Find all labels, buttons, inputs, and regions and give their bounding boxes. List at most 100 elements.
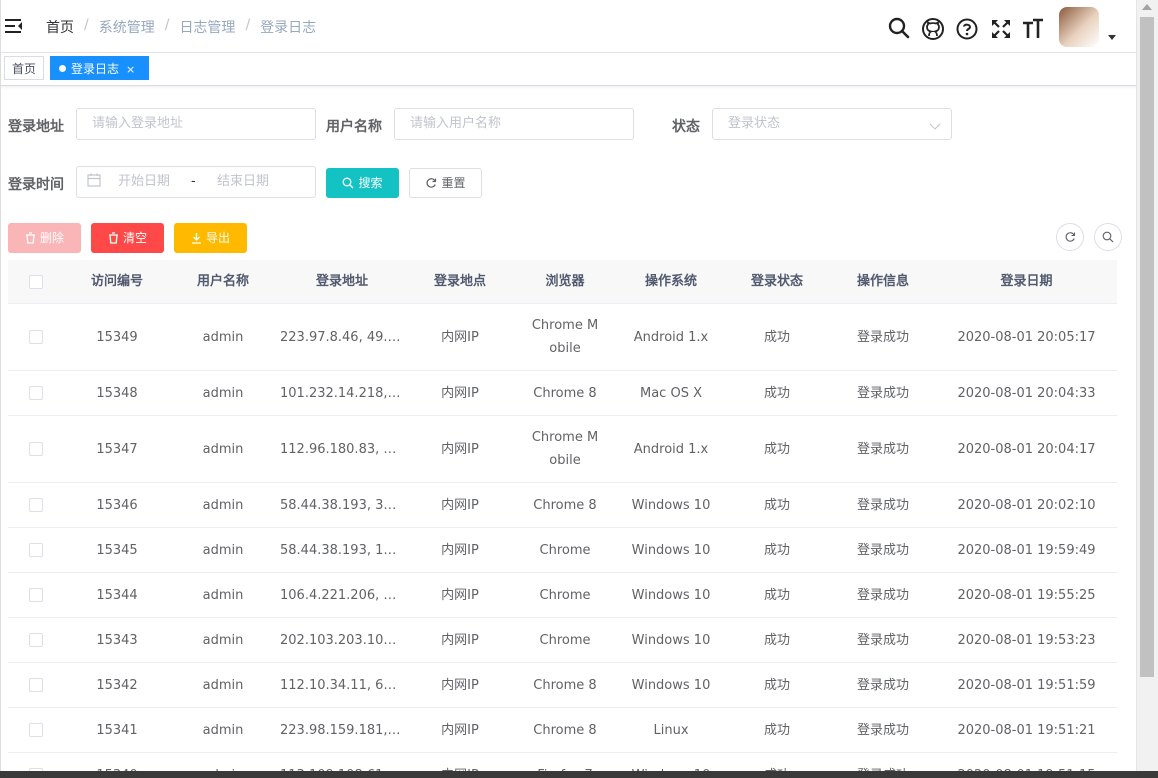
table-cell-ip: 202.103.203.106, 59.36.11.2 bbox=[280, 632, 408, 648]
status-select-placeholder: 登录状态 bbox=[728, 116, 781, 131]
date-range-picker[interactable]: 开始日期 - 结束日期 bbox=[76, 166, 316, 198]
search-button-label: 搜索 bbox=[358, 176, 383, 190]
close-icon[interactable]: × bbox=[126, 63, 135, 76]
table-row[interactable]: 15345 admin 58.44.38.193, 123.125.72.26 内网I… bbox=[8, 528, 1117, 573]
vertical-scrollbar[interactable] bbox=[1136, 0, 1158, 778]
table-cell-id: 15344 bbox=[96, 587, 138, 603]
table-cell-browser: Chrome bbox=[539, 587, 591, 603]
row-checkbox[interactable] bbox=[29, 498, 43, 512]
row-select-cell bbox=[8, 438, 64, 461]
hamburger-icon[interactable] bbox=[5, 17, 23, 35]
table-cell-id: 15349 bbox=[96, 329, 138, 345]
search-button[interactable]: 搜索 bbox=[326, 168, 399, 198]
table-cell-os: Windows 10 bbox=[631, 677, 711, 693]
font-size-icon[interactable] bbox=[1021, 17, 1045, 41]
end-date-input[interactable]: 结束日期 bbox=[217, 167, 269, 197]
select-all-checkbox[interactable] bbox=[29, 274, 43, 289]
breadcrumb-item[interactable]: 首页 bbox=[46, 17, 74, 37]
table-cell-time: 2020-08-01 19:51:21 bbox=[957, 722, 1096, 738]
breadcrumb-separator: / bbox=[84, 17, 89, 33]
avatar[interactable] bbox=[1059, 7, 1099, 47]
table-cell-user: admin bbox=[202, 329, 244, 345]
range-separator: - bbox=[191, 174, 196, 189]
table-cell-os: Windows 10 bbox=[631, 497, 711, 513]
table-cell-ip: 106.4.221.206, 61.147.210.1 bbox=[280, 587, 408, 603]
scrollbar-thumb[interactable] bbox=[1140, 17, 1154, 677]
row-select-cell bbox=[8, 382, 64, 405]
row-select-cell bbox=[8, 719, 64, 742]
table-cell-browser: Chrome 8 bbox=[533, 497, 597, 513]
search-icon bbox=[1102, 231, 1114, 243]
export-button[interactable]: 导出 bbox=[174, 223, 247, 253]
row-checkbox[interactable] bbox=[29, 678, 43, 692]
refresh-icon bbox=[426, 178, 437, 188]
ipaddr-input[interactable]: 请输入登录地址 bbox=[76, 108, 316, 140]
table-cell-os: Mac OS X bbox=[640, 385, 702, 401]
breadcrumb: 首页 / 系统管理 / 日志管理 / 登录日志 bbox=[46, 17, 316, 37]
scroll-up-arrow-icon[interactable] bbox=[1142, 4, 1152, 10]
clean-button-label: 清空 bbox=[122, 231, 147, 245]
table-row[interactable]: 15347 admin 112.96.180.83, 223.111.14.59 内网… bbox=[8, 416, 1117, 483]
row-checkbox[interactable] bbox=[29, 588, 43, 602]
table-row[interactable]: 15346 admin 58.44.38.193, 39.96.62.189 内网IP… bbox=[8, 483, 1117, 528]
table-cell-time: 2020-08-01 20:04:17 bbox=[957, 441, 1096, 457]
row-checkbox[interactable] bbox=[29, 723, 43, 737]
table-cell-loc: 内网IP bbox=[441, 587, 479, 603]
row-checkbox[interactable] bbox=[29, 386, 43, 400]
column-header: 用户名称 bbox=[196, 274, 249, 289]
row-checkbox[interactable] bbox=[29, 442, 43, 456]
search-icon bbox=[343, 177, 354, 189]
row-checkbox[interactable] bbox=[29, 330, 43, 344]
column-header: 登录地址 bbox=[315, 274, 368, 289]
refresh-button[interactable] bbox=[1056, 223, 1084, 251]
question-icon[interactable] bbox=[955, 17, 979, 41]
table-cell-os: Android 1.x bbox=[633, 329, 709, 345]
row-checkbox[interactable] bbox=[29, 543, 43, 557]
table-cell-status: 成功 bbox=[763, 542, 790, 558]
fullscreen-icon[interactable] bbox=[989, 17, 1013, 41]
row-checkbox[interactable] bbox=[29, 633, 43, 647]
row-select-cell bbox=[8, 326, 64, 349]
table-cell-ip: 112.96.180.83, 223.111.14.59 bbox=[280, 441, 408, 457]
refresh-icon bbox=[1065, 232, 1076, 242]
table-row[interactable]: 15344 admin 106.4.221.206, 61.147.210.1 内网I… bbox=[8, 573, 1117, 618]
table-cell-status: 成功 bbox=[763, 722, 790, 738]
trash-icon bbox=[25, 232, 35, 244]
reset-button[interactable]: 重置 bbox=[409, 168, 482, 198]
table-row[interactable]: 15349 admin 223.97.8.46, 49.7.21.193 内网IP Ch… bbox=[8, 304, 1117, 371]
status-select[interactable]: 登录状态 bbox=[712, 108, 952, 140]
calendar-icon bbox=[87, 173, 101, 187]
table-row[interactable]: 15348 admin 101.232.14.218, 116.62.22.206 内… bbox=[8, 371, 1117, 416]
table-body: 15349 admin 223.97.8.46, 49.7.21.193 内网IP Ch… bbox=[8, 304, 1117, 772]
table-cell-msg: 登录成功 bbox=[856, 632, 909, 648]
username-input[interactable]: 请输入用户名称 bbox=[394, 108, 634, 140]
table-cell-loc: 内网IP bbox=[441, 677, 479, 693]
table-row[interactable]: 15341 admin 223.98.159.181, 111.13.2.64 内网I… bbox=[8, 708, 1117, 753]
delete-button-label: 删除 bbox=[39, 231, 64, 245]
table-cell-loc: 内网IP bbox=[441, 632, 479, 648]
table-cell-time: 2020-08-01 20:02:10 bbox=[957, 497, 1096, 513]
clean-button[interactable]: 清空 bbox=[91, 223, 164, 253]
table-cell-id: 15347 bbox=[96, 441, 138, 457]
github-icon[interactable] bbox=[921, 17, 945, 41]
column-header: 操作信息 bbox=[856, 274, 909, 289]
trash-icon bbox=[108, 232, 118, 244]
search-icon[interactable] bbox=[887, 16, 911, 40]
caret-down-icon[interactable] bbox=[1108, 35, 1116, 40]
table-cell-msg: 登录成功 bbox=[856, 677, 909, 693]
delete-button[interactable]: 删除 bbox=[8, 223, 81, 253]
tag-login-log[interactable]: 登录日志 × bbox=[50, 56, 149, 80]
tag-home[interactable]: 首页 bbox=[4, 56, 44, 80]
table-row[interactable]: 15340admin113.109.108.61, 14.17.9.3内网IPF… bbox=[8, 753, 1117, 772]
table-cell-os: Linux bbox=[653, 722, 689, 738]
toggle-search-button[interactable] bbox=[1094, 223, 1122, 251]
reset-button-label: 重置 bbox=[441, 176, 466, 190]
table-row[interactable]: 15342 admin 112.10.34.11, 61.155.142.3 内网IP… bbox=[8, 663, 1117, 708]
table-cell-id: 15345 bbox=[96, 542, 138, 558]
start-date-input[interactable]: 开始日期 bbox=[118, 167, 170, 197]
table-cell-browser: Chrome 8 bbox=[533, 677, 597, 693]
table-cell-user: admin bbox=[202, 677, 244, 693]
table-cell-id: 15346 bbox=[96, 497, 138, 513]
table-cell-browser: Chrome 8 bbox=[533, 722, 597, 738]
table-row[interactable]: 15343 admin 202.103.203.106, 59.36.11.2 内网I… bbox=[8, 618, 1117, 663]
